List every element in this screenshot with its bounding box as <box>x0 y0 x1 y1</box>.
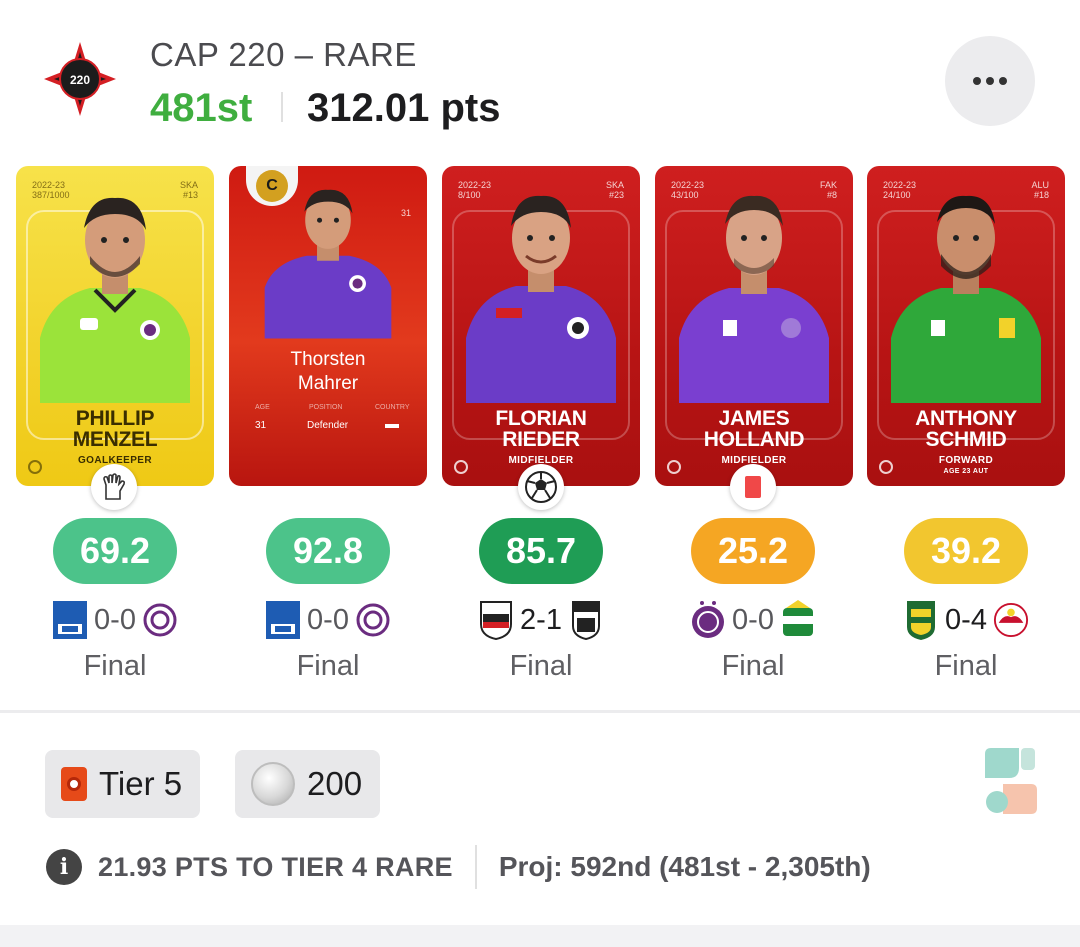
svg-text:220: 220 <box>70 73 90 87</box>
match-status: Final <box>83 650 147 682</box>
match-status: Final <box>509 650 573 682</box>
austria-wien-badge <box>690 599 726 641</box>
player-card-rieder[interactable]: 2022-23 8/100 SKA #23 FLORIAN RIEDER MIDF… <box>442 166 640 486</box>
competition-title: CAP 220 – RARE <box>150 36 417 73</box>
wolfsberger-ac-badge <box>478 599 514 641</box>
player-score: 25.2 <box>691 518 815 584</box>
card-rarity-icon <box>879 460 893 474</box>
rank-value: 481st <box>150 86 253 130</box>
match-result[interactable]: 2-1 <box>451 596 631 644</box>
player-portrait <box>679 195 829 403</box>
points-total: 312.01 pts <box>307 86 501 130</box>
player-portrait <box>40 197 190 403</box>
match-score: 0-4 <box>945 603 987 636</box>
austria-klagenfurt-badge <box>355 599 391 641</box>
lask-badge <box>568 599 604 641</box>
projected-rank: Proj: 592nd (481st - 2,305th) <box>498 851 871 882</box>
coin-icon <box>251 762 295 806</box>
player-card-schmid[interactable]: 2022-23 24/100 ALU #18 ANTHONY SCHMID FOR… <box>867 166 1065 486</box>
austria-flag-icon <box>385 424 399 428</box>
sorare-logo-icon <box>985 748 1037 814</box>
more-options-button[interactable] <box>945 36 1035 126</box>
dot-icon <box>986 77 994 85</box>
red-card-icon <box>730 464 776 510</box>
player-card-holland[interactable]: 2022-23 43/100 FAK #8 JAMES HOLLAND MIDFI… <box>655 166 853 486</box>
match-score: 0-0 <box>307 603 349 636</box>
captain-icon: C <box>256 170 288 202</box>
match-score: 2-1 <box>520 603 562 636</box>
age-value: 31 <box>255 420 267 431</box>
tier-reward-chip[interactable]: Tier 5 <box>45 750 201 818</box>
player-score: 92.8 <box>266 518 390 584</box>
match-status: Final <box>296 650 360 682</box>
match-result[interactable]: 0-0 <box>238 596 418 644</box>
player-position: FORWARD AGE 23 AUT <box>938 455 994 475</box>
match-status: Final <box>721 650 785 682</box>
match-score: 0-0 <box>94 603 136 636</box>
match-status: Final <box>934 650 998 682</box>
player-name: FLORIAN RIEDER <box>495 407 587 451</box>
match-score: 0-0 <box>732 603 774 636</box>
info-icon[interactable]: i <box>46 849 82 885</box>
rapid-wien-badge <box>780 599 816 641</box>
austria-lustenau-badge <box>903 599 939 641</box>
player-portrait <box>466 195 616 403</box>
tier-progress-info: i 21.93 PTS TO TIER 4 RARE Proj: 592nd (… <box>46 842 871 892</box>
points-to-next-tier: 21.93 PTS TO TIER 4 RARE <box>98 851 453 882</box>
dot-icon <box>973 77 981 85</box>
cap-220-logo: 220 <box>44 42 116 116</box>
leaderboard-header: 220 CAP 220 – RARE 481st 312.01 pts <box>0 0 1080 160</box>
player-name: ANTHONY SCHMID <box>915 407 1017 451</box>
player-card-menzel[interactable]: 2022-23 387/1000 SKA #13 PHILLIP MENZEL G… <box>16 166 214 486</box>
player-name: Thorsten Mahrer <box>290 349 366 394</box>
card-rarity-icon <box>28 460 42 474</box>
blau-weiss-linz-badge <box>265 599 301 641</box>
austria-klagenfurt-badge <box>142 599 178 641</box>
player-card-mahrer[interactable]: 31 Thorsten Mahrer AGE POSITION COUNTRY 3… <box>229 166 427 486</box>
match-result[interactable]: 0-0 <box>25 596 205 644</box>
match-result[interactable]: 0-0 <box>663 596 843 644</box>
position-value: Defender <box>307 420 349 431</box>
player-score: 69.2 <box>53 518 177 584</box>
player-score: 85.7 <box>479 518 603 584</box>
player-name: JAMES HOLLAND <box>703 407 805 451</box>
player-stats: AGE POSITION COUNTRY 31 Defender <box>229 404 427 444</box>
coin-amount: 200 <box>307 765 363 802</box>
dot-icon <box>999 77 1007 85</box>
lineup-cards: 2022-23 387/1000 SKA #13 PHILLIP MENZEL G… <box>0 166 1080 496</box>
goalkeeper-glove-icon <box>91 464 137 510</box>
player-name: PHILLIP MENZEL <box>72 407 158 451</box>
player-portrait <box>264 189 392 339</box>
country-label: COUNTRY <box>375 404 410 411</box>
card-rarity-icon <box>667 460 681 474</box>
position-label: POSITION <box>309 404 343 411</box>
tier-label: Tier 5 <box>99 765 183 802</box>
info-divider <box>474 845 477 889</box>
coin-reward-chip[interactable]: 200 <box>235 750 381 818</box>
blau-weiss-linz-badge <box>52 599 88 641</box>
rare-card-icon <box>61 767 87 801</box>
header-divider <box>281 92 283 122</box>
match-result[interactable]: 0-4 <box>876 596 1056 644</box>
age-label: AGE <box>255 404 270 411</box>
card-rarity-icon <box>454 460 468 474</box>
player-score: 39.2 <box>904 518 1028 584</box>
player-portrait <box>891 195 1041 403</box>
soccer-ball-icon <box>518 464 564 510</box>
red-bull-salzburg-badge <box>993 599 1029 641</box>
footer-strip <box>0 925 1080 947</box>
section-divider <box>0 710 1080 713</box>
